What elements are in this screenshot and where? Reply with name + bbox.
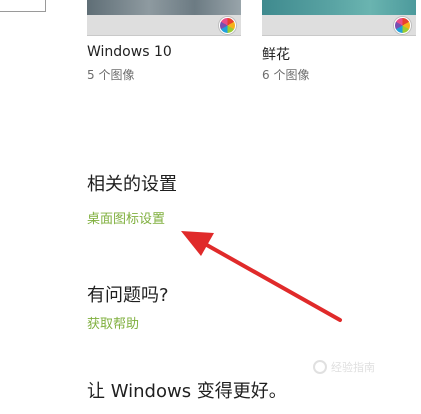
search-box[interactable]: [0, 0, 46, 12]
theme-card-flowers[interactable]: 鲜花 6 个图像: [262, 0, 416, 82]
theme-image-count: 5 个图像: [87, 68, 135, 82]
theme-wallpaper-preview: [87, 0, 241, 15]
get-help-link[interactable]: 获取帮助: [87, 313, 139, 332]
theme-name: 鲜花: [262, 47, 290, 63]
theme-thumbnail[interactable]: [262, 0, 416, 36]
color-palette-icon: [394, 17, 411, 34]
improve-windows-heading: 让 Windows 变得更好。: [87, 381, 287, 402]
red-arrow-annotation: [181, 231, 342, 322]
theme-taskbar-preview: [262, 15, 416, 35]
theme-taskbar-preview: [87, 15, 241, 35]
questions-heading: 有问题吗?: [87, 285, 169, 306]
desktop-icon-settings-link[interactable]: 桌面图标设置: [87, 208, 165, 227]
theme-thumbnail[interactable]: [87, 0, 241, 36]
watermark-icon: [313, 360, 327, 374]
watermark-text: 经验指南: [331, 361, 375, 374]
personalization-themes-page: Windows 10 5 个图像 鲜花 6 个图像 相关的设置 桌面图标设置 有…: [0, 0, 421, 414]
watermark-logo: 经验指南: [313, 356, 403, 378]
color-palette-icon: [219, 17, 236, 34]
related-settings-heading: 相关的设置: [87, 174, 177, 195]
theme-card-windows10[interactable]: Windows 10 5 个图像: [87, 0, 241, 82]
theme-name: Windows 10: [87, 44, 172, 60]
theme-wallpaper-preview: [262, 0, 416, 15]
theme-image-count: 6 个图像: [262, 68, 310, 82]
